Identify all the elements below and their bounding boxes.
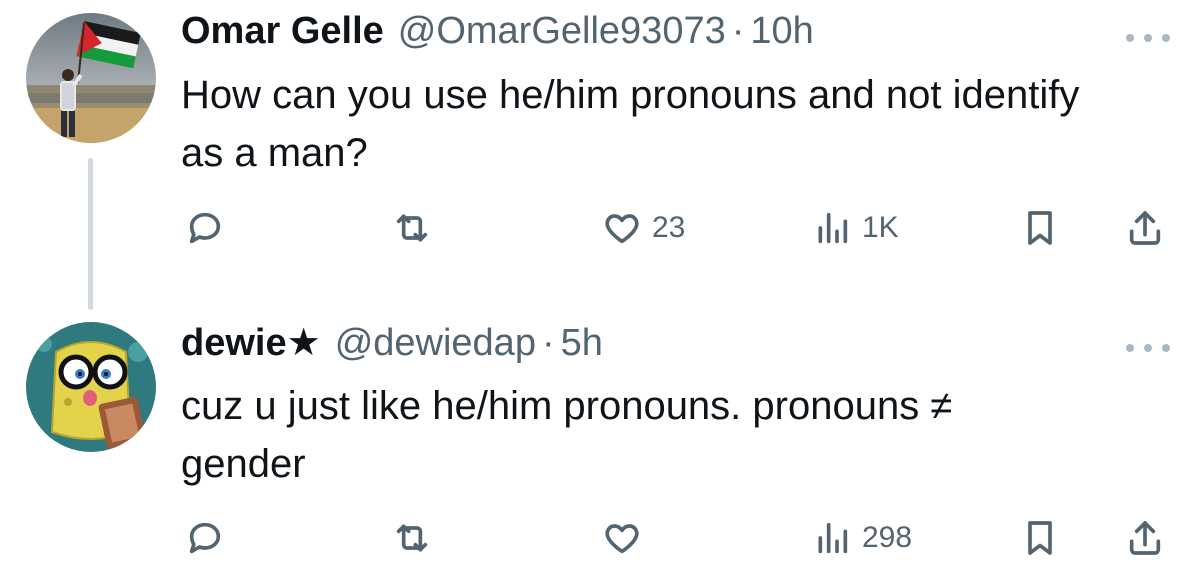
views-button[interactable]: 1K — [812, 208, 899, 248]
dot-icon — [1126, 344, 1134, 352]
author-name[interactable]: dewie — [181, 322, 287, 365]
reply-icon — [189, 522, 221, 554]
timestamp[interactable]: 10h — [750, 10, 813, 53]
dot-icon — [1144, 344, 1152, 352]
retweet-icon — [396, 214, 428, 242]
author-handle[interactable]: @OmarGelle93073 — [398, 10, 726, 53]
views-chart-icon — [818, 522, 848, 554]
separator-dot: · — [541, 322, 555, 364]
tweet-actions: 23 1K — [0, 208, 1200, 248]
reply-button[interactable] — [185, 208, 235, 248]
tweet-actions: 298 — [0, 518, 1200, 558]
tweet-2[interactable]: dewie ★ @dewiedap · 5h cuz u just like h… — [0, 300, 1200, 580]
views-count: 298 — [862, 521, 913, 554]
author-name[interactable]: Omar Gelle — [181, 10, 384, 53]
like-count: 23 — [652, 211, 686, 244]
timestamp[interactable]: 5h — [561, 322, 603, 365]
flag-person-avatar-icon — [26, 13, 156, 143]
author-avatar[interactable] — [26, 322, 156, 452]
bookmark-button[interactable] — [1020, 518, 1060, 558]
share-icon — [1129, 211, 1161, 245]
author-avatar[interactable] — [26, 13, 156, 143]
tweet-header: Omar Gelle @OmarGelle93073 · 10h — [181, 10, 814, 60]
share-button[interactable] — [1125, 518, 1165, 558]
heart-icon — [605, 524, 639, 554]
bookmark-button[interactable] — [1020, 208, 1060, 248]
share-button[interactable] — [1125, 208, 1165, 248]
reply-icon — [189, 212, 221, 244]
separator-dot: · — [731, 10, 745, 52]
like-button[interactable]: 23 — [602, 208, 685, 248]
tweet-text: cuz u just like he/him pronouns. pronoun… — [181, 384, 953, 486]
dot-icon — [1126, 34, 1134, 42]
tweet-header: dewie ★ @dewiedap · 5h — [181, 320, 603, 370]
like-button[interactable] — [602, 518, 652, 558]
views-chart-icon — [818, 212, 848, 244]
retweet-button[interactable] — [392, 208, 442, 248]
share-icon — [1129, 521, 1161, 555]
bookmark-icon — [1028, 521, 1052, 555]
dot-icon — [1162, 344, 1170, 352]
views-count: 1K — [862, 211, 899, 244]
name-badge: ★ — [286, 322, 321, 364]
reply-button[interactable] — [185, 518, 235, 558]
dot-icon — [1162, 34, 1170, 42]
more-options-button[interactable] — [1126, 340, 1170, 356]
retweet-button[interactable] — [392, 518, 442, 558]
bookmark-icon — [1028, 211, 1052, 245]
heart-icon — [605, 214, 639, 244]
views-button[interactable]: 298 — [812, 518, 912, 558]
more-options-button[interactable] — [1126, 30, 1170, 46]
retweet-icon — [396, 524, 428, 552]
cartoon-character-avatar-icon — [26, 322, 156, 452]
tweet-1[interactable]: Omar Gelle @OmarGelle93073 · 10h How can… — [0, 0, 1200, 300]
author-handle[interactable]: @dewiedap — [335, 322, 536, 365]
tweet-text: How can you use he/him pronouns and not … — [181, 73, 1080, 175]
dot-icon — [1144, 34, 1152, 42]
